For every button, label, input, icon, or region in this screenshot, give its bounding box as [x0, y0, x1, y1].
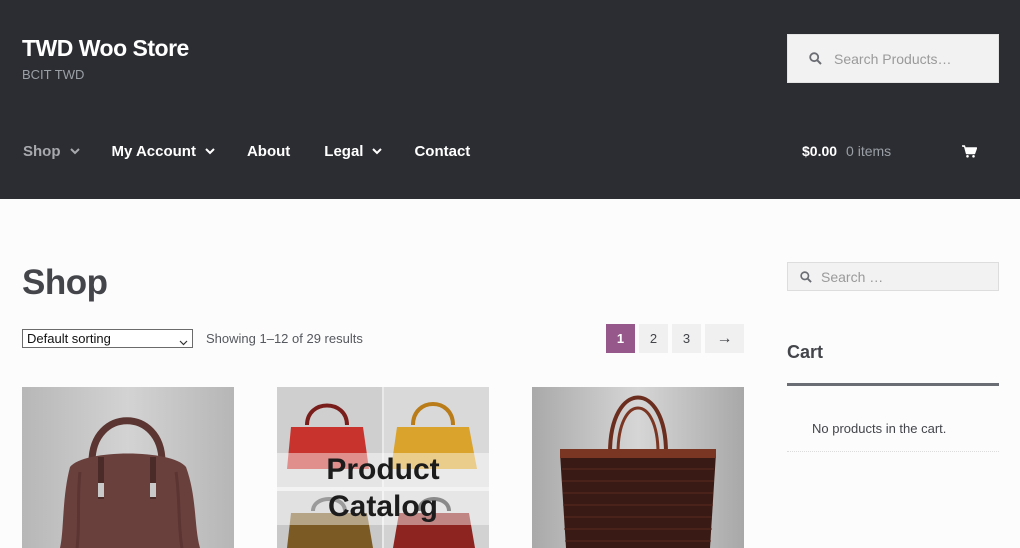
chevron-down-icon	[205, 148, 215, 156]
catalog-overlay-line1: Product	[326, 453, 440, 486]
nav-item-label: Contact	[414, 143, 471, 160]
next-page-button[interactable]: →	[705, 324, 744, 353]
sorting-selected-value: Default sorting	[27, 331, 111, 346]
nav-item-label: My Account	[111, 143, 196, 160]
chevron-down-icon	[69, 148, 80, 156]
cart-item-count: 0 items	[846, 143, 892, 159]
search-placeholder: Search Products…	[834, 50, 952, 67]
product-search-input[interactable]: Search Products…	[787, 34, 999, 83]
nav-item-about[interactable]: About	[247, 143, 290, 160]
header-cart[interactable]: $0.00 0 items	[802, 143, 980, 159]
site-description: BCIT TWD	[22, 67, 85, 82]
cart-amount: $0.00	[802, 143, 838, 159]
site-title[interactable]: TWD Woo Store	[22, 35, 189, 62]
search-icon	[800, 270, 812, 283]
nav-item-label: Shop	[23, 143, 61, 160]
pagination: 1 2 3 →	[606, 324, 748, 353]
cart-empty-message: No products in the cart.	[812, 421, 947, 436]
result-count: Showing 1–12 of 29 results	[206, 331, 363, 346]
product-image-woven-tote[interactable]	[532, 387, 744, 548]
shopping-cart-icon	[962, 145, 978, 163]
search-icon	[808, 52, 822, 66]
nav-item-label: Legal	[324, 143, 364, 160]
sidebar-search-input[interactable]: Search …	[787, 262, 999, 291]
product-image-catalog[interactable]: Product Catalog	[277, 387, 489, 548]
chevron-down-icon	[179, 334, 188, 349]
cart-widget-title: Cart	[787, 342, 824, 362]
chevron-down-icon	[372, 148, 383, 156]
woven-tote-illustration	[560, 395, 716, 548]
page-title: Shop	[22, 263, 108, 302]
primary-navigation: Shop My Account About Legal Contact	[23, 143, 470, 160]
sorting-select[interactable]: Default sorting	[22, 329, 193, 348]
brown-handbag-illustration	[60, 417, 200, 548]
cart-dotted-divider	[787, 451, 999, 452]
product-image-brown-handbag[interactable]	[22, 387, 234, 548]
search-placeholder: Search …	[821, 268, 884, 285]
catalog-overlay-line2: Catalog	[327, 490, 438, 523]
widget-divider	[787, 383, 999, 386]
page-1-button[interactable]: 1	[606, 324, 635, 353]
site-header: TWD Woo Store BCIT TWD Search Products… …	[0, 0, 1020, 199]
page-2-button[interactable]: 2	[639, 324, 668, 353]
nav-item-shop[interactable]: Shop	[23, 143, 80, 160]
page-3-button[interactable]: 3	[672, 324, 701, 353]
nav-item-label: About	[246, 143, 291, 160]
nav-item-legal[interactable]: Legal	[324, 143, 383, 160]
nav-item-my-account[interactable]: My Account	[112, 143, 215, 160]
nav-item-contact[interactable]: Contact	[414, 143, 470, 160]
